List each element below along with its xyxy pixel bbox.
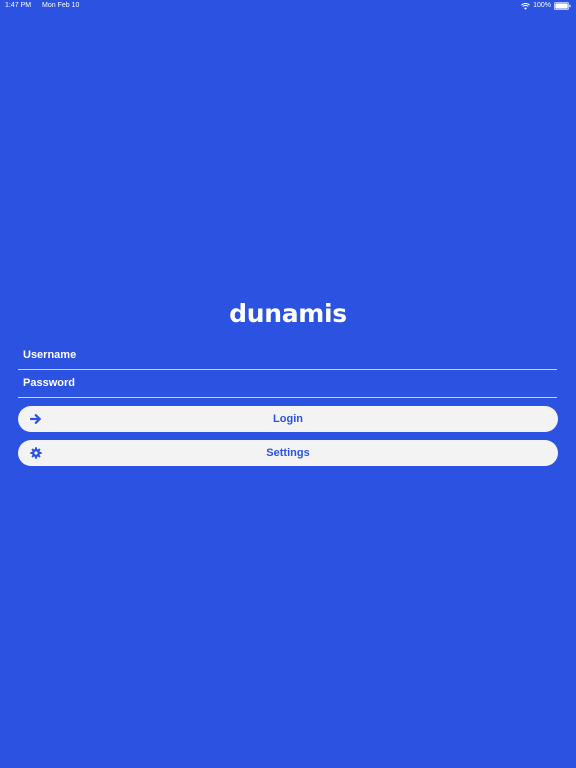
password-field-container — [18, 371, 557, 398]
settings-button-label: Settings — [266, 447, 310, 459]
status-time: 1:47 PM — [5, 2, 32, 9]
battery-percentage: 100% — [533, 2, 551, 9]
login-button-label: Login — [273, 413, 303, 425]
status-left: 1:47 PM Mon Feb 10 — [5, 0, 79, 12]
settings-button[interactable]: Settings — [18, 440, 558, 466]
arrow-right-icon — [30, 414, 41, 424]
password-input[interactable] — [18, 371, 543, 395]
gear-icon — [30, 447, 42, 459]
app-logo: dunamis — [0, 300, 576, 328]
username-field-container — [18, 343, 557, 370]
login-button[interactable]: Login — [18, 406, 558, 432]
status-right: 100% — [521, 0, 571, 12]
logo-wordmark: dunamis — [229, 299, 347, 328]
status-bar: 1:47 PM Mon Feb 10 100% — [0, 0, 576, 12]
wifi-icon — [521, 2, 531, 10]
status-date: Mon Feb 10 — [42, 2, 80, 9]
battery-icon — [554, 2, 571, 10]
username-input[interactable] — [18, 343, 543, 367]
